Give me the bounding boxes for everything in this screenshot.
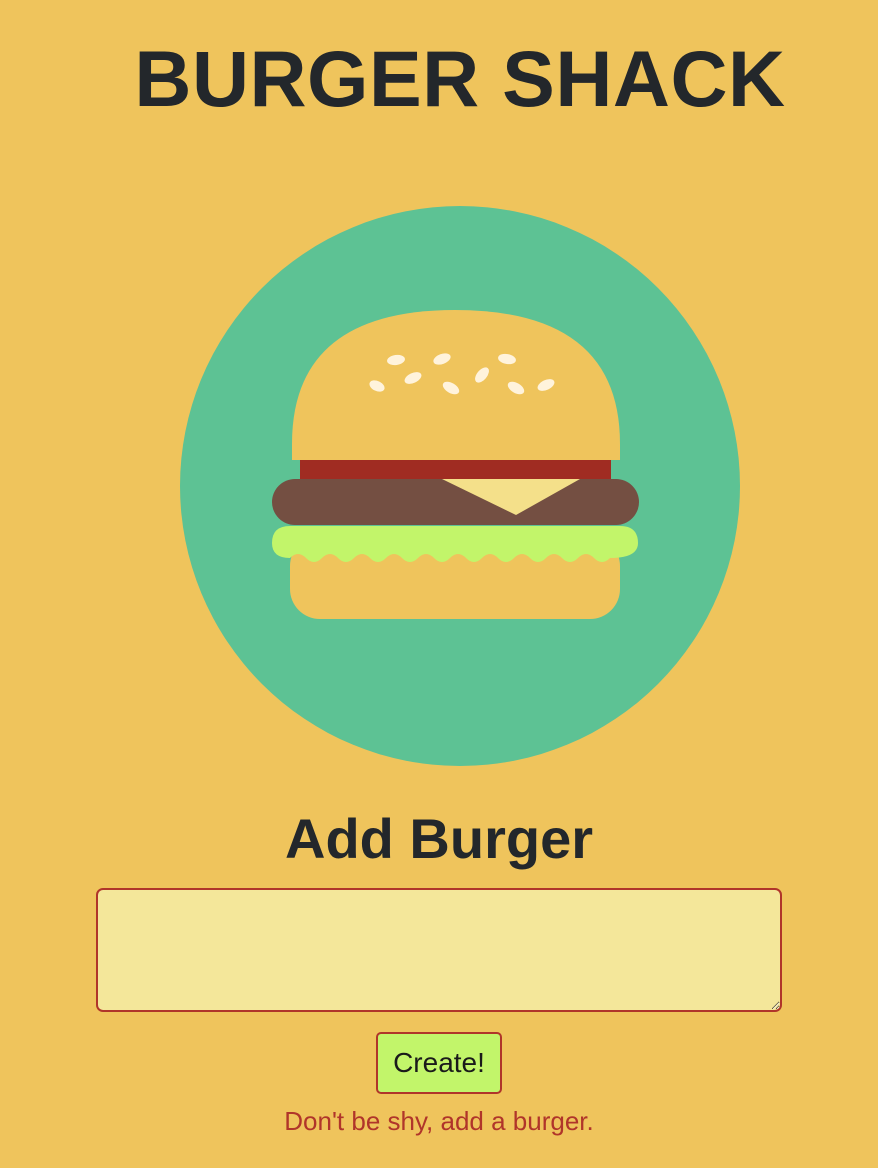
burger-name-input[interactable] bbox=[96, 888, 782, 1012]
patty bbox=[272, 479, 639, 525]
page-title: BURGER SHACK bbox=[134, 34, 786, 123]
helper-text: Don't be shy, add a burger. bbox=[284, 1106, 594, 1136]
add-burger-heading: Add Burger bbox=[285, 807, 593, 870]
sauce bbox=[300, 460, 611, 482]
create-button[interactable]: Create! bbox=[376, 1032, 502, 1094]
burger-logo-icon bbox=[180, 206, 740, 766]
